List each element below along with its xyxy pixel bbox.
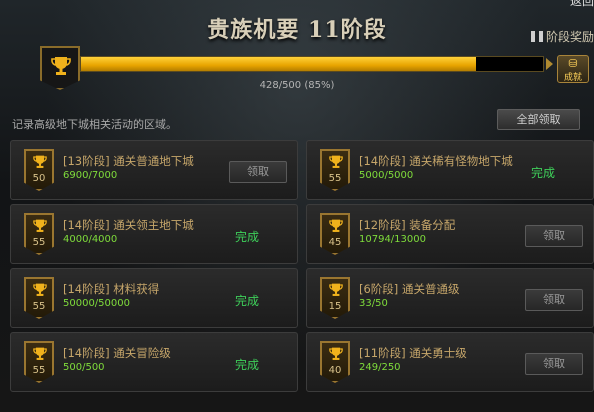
quest-name: [13阶段] 通关普通地下城 [63, 154, 194, 168]
noble-secret-window: 返回 贵族机要 11阶段 阶段奖励 ⛁ 成就 428/500 (85%) 记录高… [0, 0, 594, 412]
quest-progress: 33/50 [359, 298, 388, 309]
level-badge: 40 [320, 341, 350, 383]
quest-progress: 10794/13000 [359, 234, 426, 245]
trophy-icon [329, 155, 343, 168]
trophy-icon [329, 219, 343, 232]
quest-name: [11阶段] 通关勇士级 [359, 346, 467, 360]
trophy-icon [33, 155, 47, 168]
progress-text: 428/500 (85%) [259, 80, 335, 91]
gift-icon [530, 31, 543, 42]
completed-status: 完成 [235, 230, 260, 244]
level-number: 50 [32, 173, 46, 184]
quest-name: [14阶段] 通关冒险级 [63, 346, 171, 360]
quest-progress: 6900/7000 [63, 170, 118, 181]
claim-button[interactable]: 领取 [525, 225, 583, 247]
quest-name: [14阶段] 通关稀有怪物地下城 [359, 154, 513, 168]
trophy-icon [33, 283, 47, 296]
level-badge: 55 [24, 341, 54, 383]
completed-status: 完成 [235, 294, 260, 308]
quest-card: 55 [14阶段] 通关稀有怪物地下城 5000/5000 完成 [306, 140, 594, 200]
claim-button[interactable]: 领取 [229, 161, 287, 183]
level-badge: 55 [320, 149, 350, 191]
claim-button[interactable]: 领取 [525, 289, 583, 311]
level-number: 15 [328, 301, 342, 312]
quest-card: 55 [14阶段] 通关领主地下城 4000/4000 完成 [10, 204, 298, 264]
quest-name: [12阶段] 装备分配 [359, 218, 456, 232]
claim-all-button[interactable]: 全部领取 [497, 109, 580, 130]
trophy-icon [329, 347, 343, 360]
trophy-icon [329, 283, 343, 296]
quest-name: [6阶段] 通关普通级 [359, 282, 460, 296]
level-number: 45 [328, 237, 342, 248]
arrow-right-icon [546, 58, 553, 70]
level-number: 40 [328, 365, 342, 376]
level-badge: 15 [320, 277, 350, 319]
trophy-icon [33, 219, 47, 232]
quest-card: 55 [14阶段] 材料获得 50000/50000 完成 [10, 268, 298, 328]
section-description: 记录高级地下城相关活动的区域。 [12, 118, 177, 131]
level-badge: 55 [24, 277, 54, 319]
level-number: 55 [32, 237, 46, 248]
level-number: 55 [328, 173, 342, 184]
level-badge: 50 [24, 149, 54, 191]
claim-button[interactable]: 领取 [525, 353, 583, 375]
achievement-icon: ⛁ [568, 57, 578, 70]
achievement-button[interactable]: ⛁ 成就 [557, 55, 589, 83]
quest-card: 15 [6阶段] 通关普通级 33/50 领取 [306, 268, 594, 328]
quest-progress: 4000/4000 [63, 234, 118, 245]
quest-name: [14阶段] 材料获得 [63, 282, 160, 296]
quest-progress: 249/250 [359, 362, 401, 373]
quest-progress: 5000/5000 [359, 170, 414, 181]
quest-card: 55 [14阶段] 通关冒险级 500/500 完成 [10, 332, 298, 392]
page-title: 贵族机要 11阶段 [207, 17, 387, 43]
stage-reward-label: 阶段奖励 [545, 30, 594, 44]
level-number: 55 [32, 301, 46, 312]
quest-progress: 50000/50000 [63, 298, 130, 309]
completed-status: 完成 [531, 166, 556, 180]
quest-progress: 500/500 [63, 362, 105, 373]
level-badge: 55 [24, 213, 54, 255]
close-label[interactable]: 返回 [570, 0, 594, 9]
completed-status: 完成 [235, 358, 260, 372]
level-badge: 45 [320, 213, 350, 255]
quest-name: [14阶段] 通关领主地下城 [63, 218, 194, 232]
quest-card: 45 [12阶段] 装备分配 10794/13000 领取 [306, 204, 594, 264]
quest-card: 50 [13阶段] 通关普通地下城 6900/7000 领取 [10, 140, 298, 200]
quest-card: 40 [11阶段] 通关勇士级 249/250 领取 [306, 332, 594, 392]
progress-bar-fill [81, 57, 477, 71]
progress-bar [80, 56, 544, 72]
trophy-icon [51, 57, 71, 75]
stage-reward-link[interactable]: 阶段奖励 [530, 28, 594, 45]
level-number: 55 [32, 365, 46, 376]
trophy-icon [33, 347, 47, 360]
